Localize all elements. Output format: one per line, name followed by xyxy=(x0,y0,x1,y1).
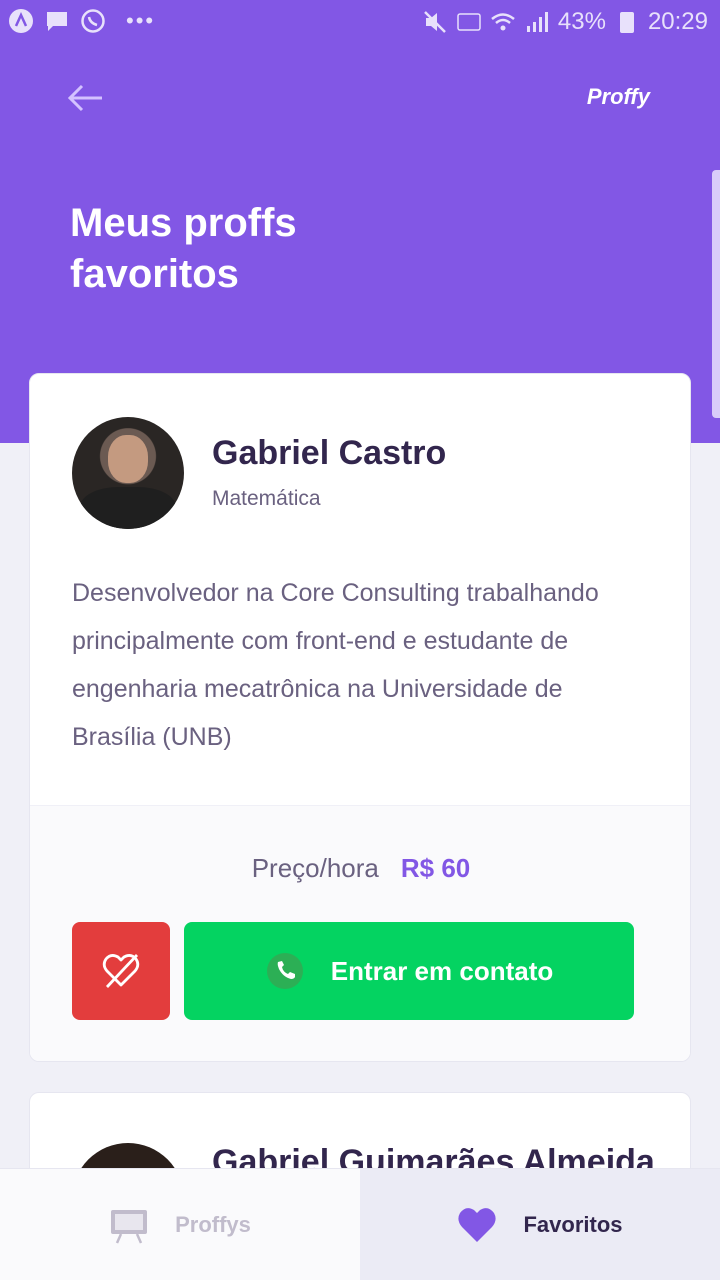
price-label: Preço/hora xyxy=(251,853,379,883)
battery-percentage: 43% xyxy=(557,8,606,35)
battery-icon xyxy=(619,12,634,33)
heart-icon xyxy=(458,1208,497,1242)
more-notifications: ••• xyxy=(126,8,156,33)
volte-icon xyxy=(457,13,481,31)
price-row: Preço/hora R$ 60 xyxy=(30,853,690,884)
wifi-icon xyxy=(491,13,515,31)
signal-icon xyxy=(526,12,548,32)
contact-button[interactable]: Entrar em contato xyxy=(184,922,634,1020)
unfavorite-button[interactable] xyxy=(72,922,170,1020)
scroll-indicator xyxy=(712,170,720,418)
status-bar: ••• 43% 20:29 xyxy=(0,0,720,44)
price-value: R$ 60 xyxy=(400,853,471,883)
message-icon xyxy=(47,12,67,31)
teacher-name: Gabriel Castro xyxy=(212,434,447,472)
status-right: 43% 20:29 xyxy=(422,8,708,36)
teacher-card-footer: Preço/hora R$ 60 Entrar em contato xyxy=(30,805,690,1061)
avatar xyxy=(72,417,184,529)
contact-button-label: Entrar em contato xyxy=(330,955,554,986)
brand-logo: Proffy xyxy=(586,84,650,109)
tab-favoritos-label: Favoritos xyxy=(523,1212,623,1237)
heart-outline-crossed-icon xyxy=(102,954,140,988)
teacher-subject: Matemática xyxy=(212,487,321,510)
clock: 20:29 xyxy=(647,8,708,35)
teacher-card: Gabriel Castro Matemática Desenvolvedor … xyxy=(29,373,691,1062)
teacher-bio: Desenvolvedor na Core Consulting trabalh… xyxy=(72,579,599,751)
arrow-left-icon[interactable] xyxy=(66,80,106,116)
tab-proffys-label: Proffys xyxy=(175,1212,251,1237)
whatsapp-icon xyxy=(266,953,303,989)
status-left-icons: ••• xyxy=(8,8,155,34)
tab-proffys[interactable]: Proffys xyxy=(0,1169,360,1280)
bottom-tab-bar: Proffys Favoritos xyxy=(0,1168,720,1280)
easel-icon xyxy=(111,1210,148,1244)
page-title: Meus proffs favoritos xyxy=(70,201,297,296)
whatsapp-icon xyxy=(81,9,105,33)
app-icon xyxy=(9,9,33,33)
mute-icon xyxy=(424,11,446,33)
tab-favoritos[interactable]: Favoritos xyxy=(360,1169,720,1280)
